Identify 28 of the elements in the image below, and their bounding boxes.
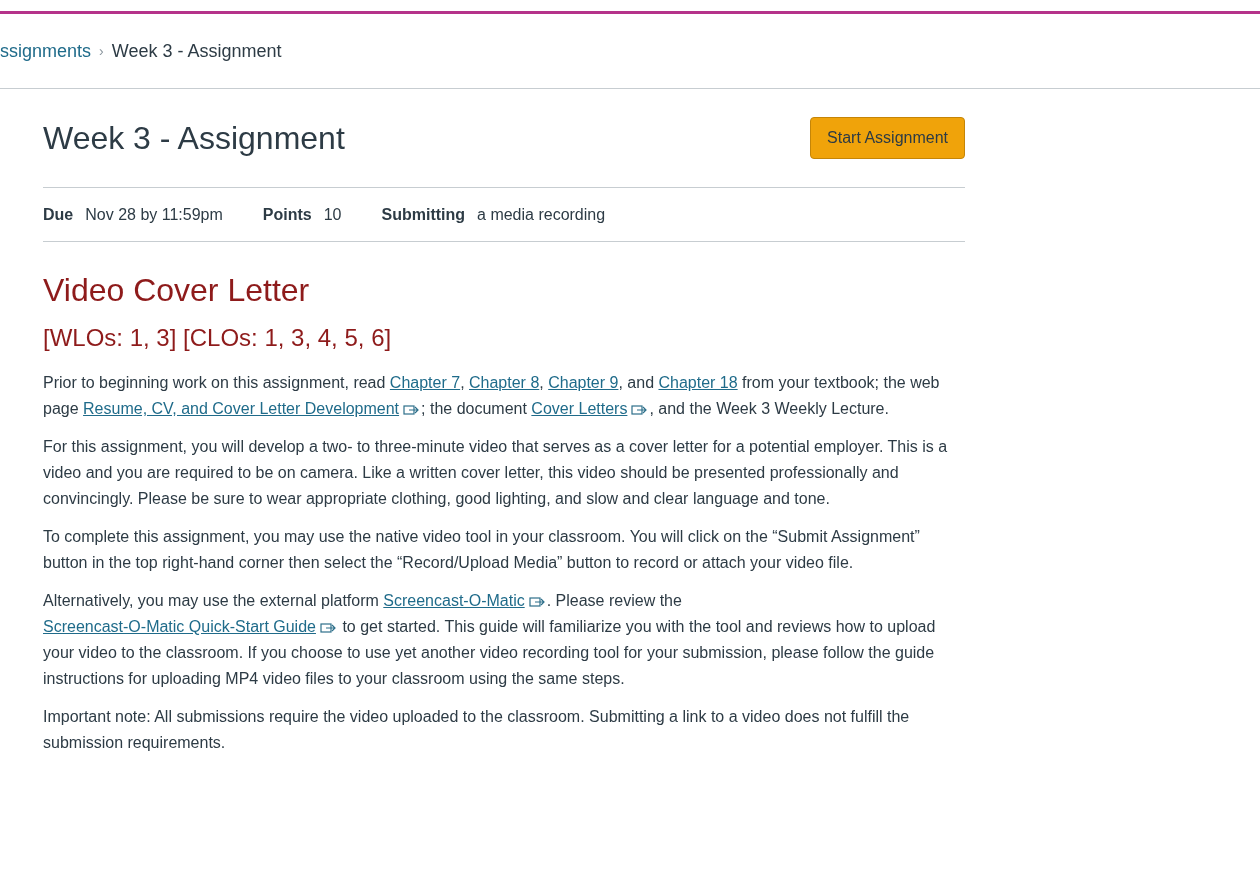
chevron-icon: ›	[99, 40, 104, 62]
external-link-icon	[528, 595, 547, 608]
detail-label: Points	[262, 204, 312, 225]
link[interactable]: Screencast-O-Matic	[383, 592, 547, 609]
link[interactable]: Screencast-O-Matic Quick-Start Guide	[43, 618, 338, 635]
detail-value: 10	[323, 204, 342, 225]
link[interactable]: Chapter 8	[469, 374, 540, 391]
link[interactable]: Chapter 9	[548, 374, 619, 391]
paragraph: Important note: All submissions require the video uploaded to the classroom. Submitting a link to a video does not fulfill the submission requirements.	[43, 707, 911, 753]
paragraph: To complete this assignment, you may use the native video tool in your classroom. You will click on the “Submit Assignment” button in the top right-hand corner then select the “Record/Upload Media” button to record or attach your video file.	[43, 527, 921, 573]
page-title: Week 3 - Assignment	[43, 119, 345, 158]
detail-label: Due	[43, 204, 74, 225]
detail-label: Submitting	[381, 204, 466, 225]
link[interactable]: Chapter 18	[658, 374, 738, 391]
external-link-icon	[319, 621, 338, 634]
link[interactable]: Resume, CV, and Cover Letter Development	[83, 400, 422, 417]
paragraph: For this assignment, you will develop a two- to three-minute video that serves as a cover letter for a potential employer. This is a video and you are required to be on camera. Like a written cover letter, this video should be presented professionally and convincingly. Please be sure to wear appropriate clothing, good lighting, and slow and clear language and tone.	[43, 437, 949, 509]
section-heading: Video Cover Letter	[43, 271, 311, 310]
section-subheading: [WLOs: 1, 3] [CLOs: 1, 3, 4, 5, 6]	[43, 323, 393, 353]
detail-value: Nov 28 by 11:59pm	[85, 204, 223, 225]
breadcrumb-link[interactable]: ssignments	[0, 37, 92, 65]
detail-value: a media recording	[477, 204, 606, 225]
breadcrumb-current: Week 3 - Assignment	[111, 39, 282, 63]
link[interactable]: Chapter 7	[389, 374, 461, 391]
link[interactable]: Cover Letters	[531, 400, 650, 417]
paragraph: Prior to beginning work on this assignment, read Chapter 7, Chapter 8, Chapter 9, and Chapter 18 from your textbook; the web page Resume, CV, and Cover Letter Development ; the document Cover Letters , and the Week 3 Weekly Lecture.	[43, 373, 941, 419]
paragraph: Alternatively, you may use the external platform Screencast-O-Matic . Please review the Screencast-O-Matic Quick-Start Guide to get started. This guide will familiarize you with the tool and reviews how to upload your video to the classroom. If you choose to use yet another video recording tool for your submission, please follow the guide instructions for uploading MP4 video files to your classroom using the same steps.	[43, 591, 937, 689]
start-assignment-button[interactable]: Start Assignment	[810, 117, 965, 159]
